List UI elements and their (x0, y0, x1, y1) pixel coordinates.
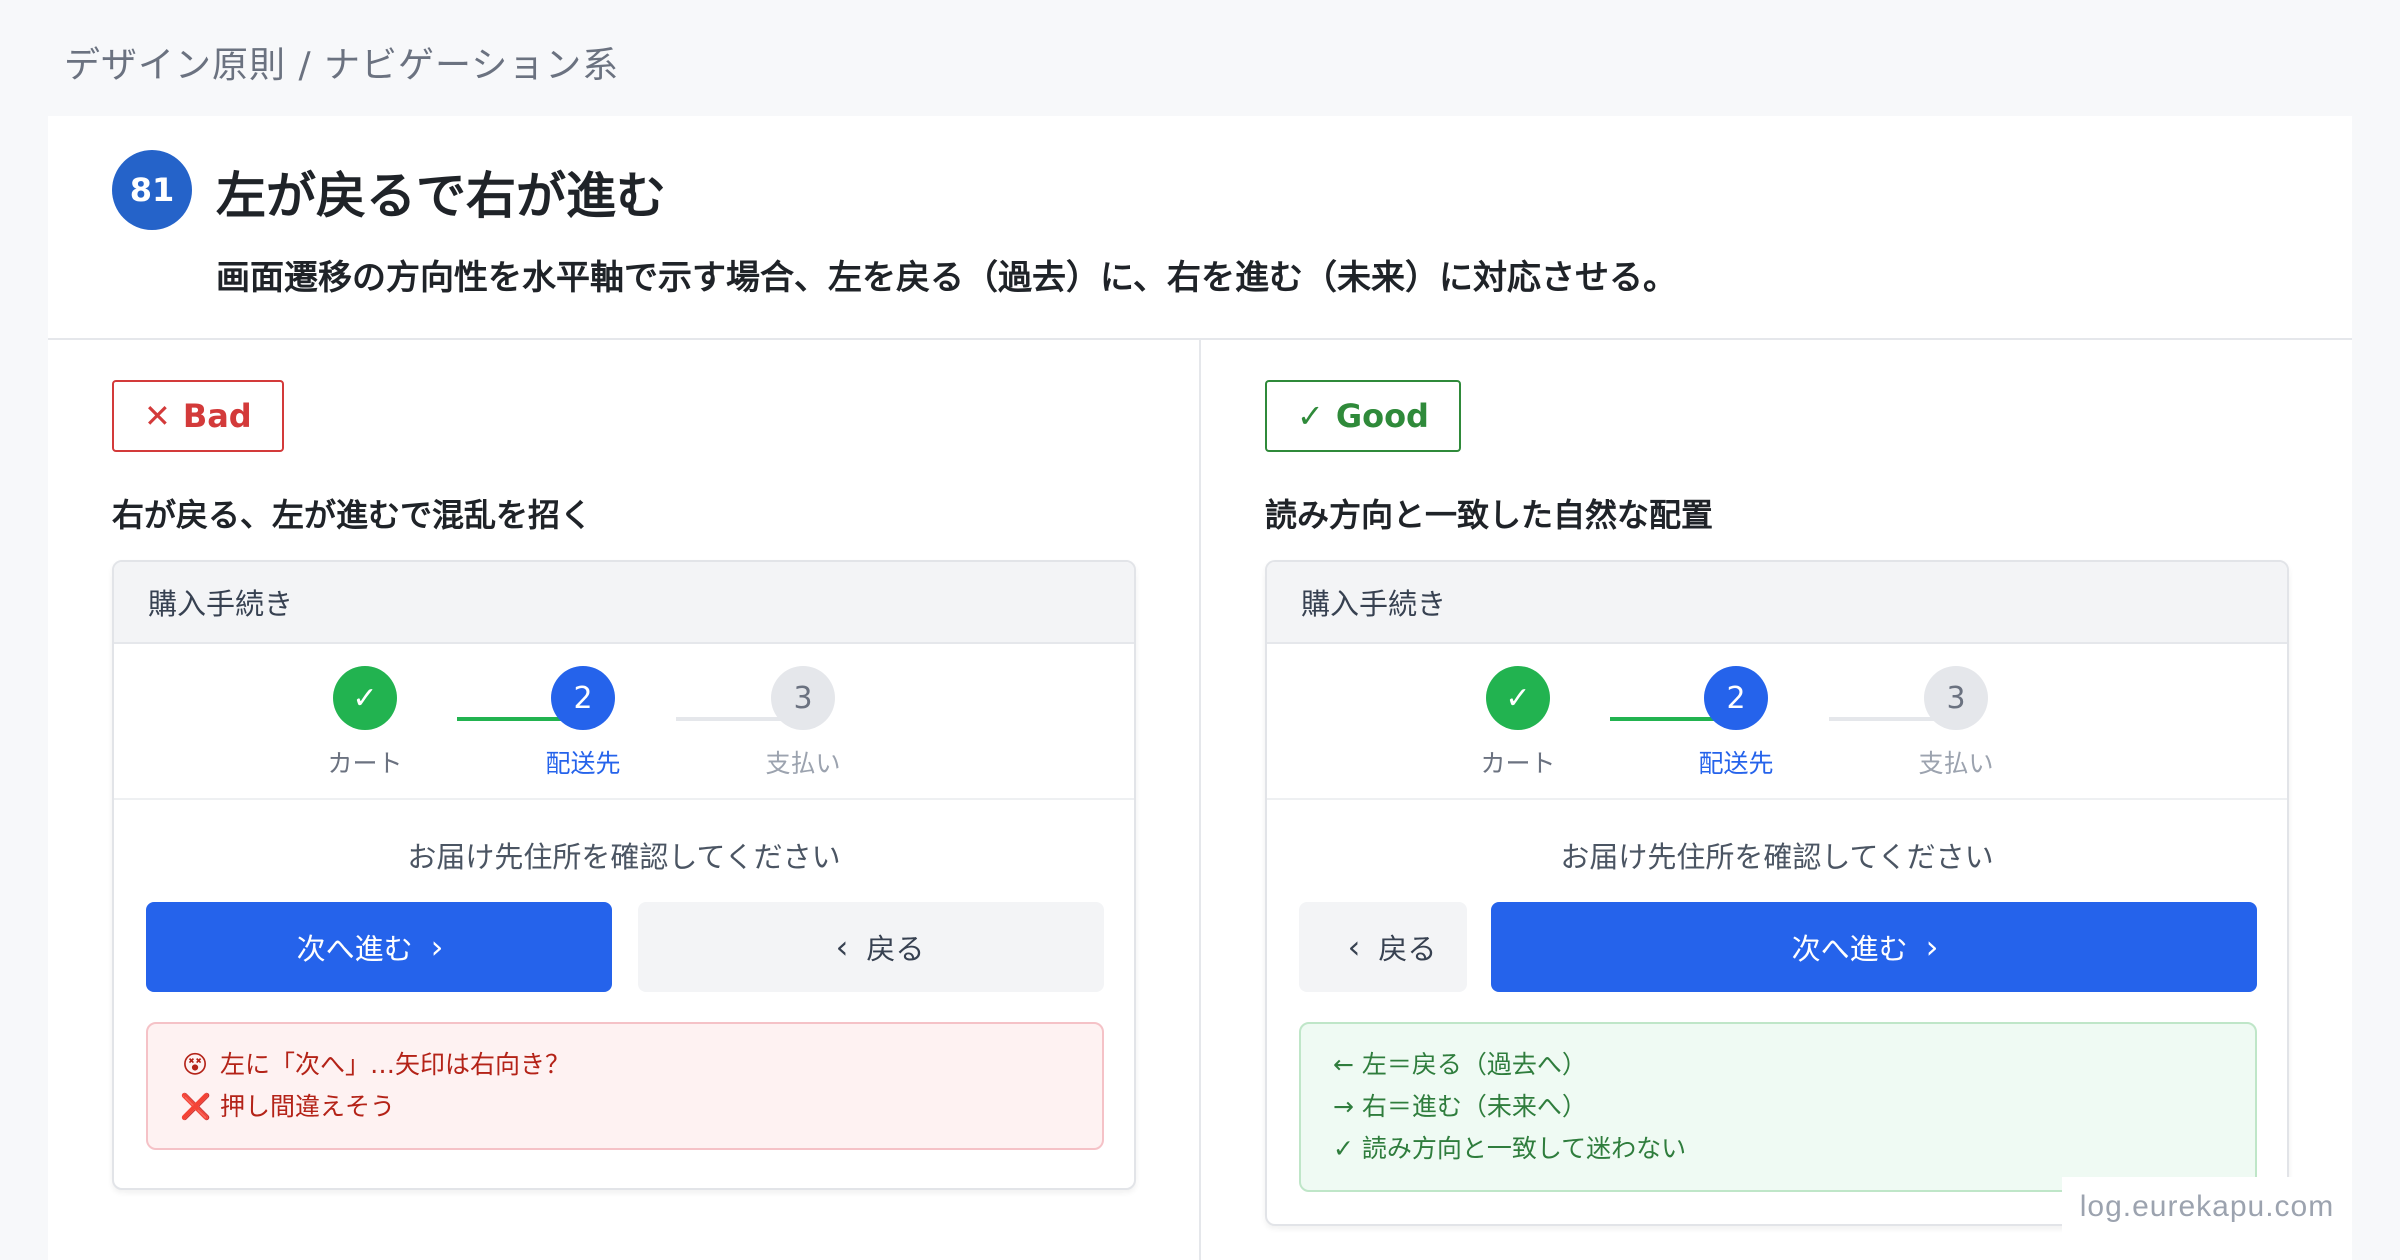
principle-header: 81 左が戻るで右が進む 画面遷移の方向性を水平軸で示す場合、左を戻る（過去）に… (48, 116, 2352, 340)
step-label: 配送先 (545, 749, 621, 778)
step-number: 3 (1924, 666, 1988, 730)
next-button-label: 次へ進む (1791, 932, 1908, 966)
back-button[interactable]: ‹ 戻る (638, 902, 1104, 992)
mockup-title: 購入手続き (114, 562, 1134, 644)
principle-number-badge: 81 (112, 150, 192, 230)
note-text: 押し間違えそう (220, 1092, 396, 1121)
note-text: 左に「次へ」…矢印は右向き？ (220, 1050, 571, 1079)
stepper: ✓ カート 2 配送先 3 支払い (1267, 644, 2287, 800)
next-button-label: 次へ進む (296, 932, 413, 966)
chevron-right-icon: › (1925, 928, 1939, 966)
back-button[interactable]: ‹ 戻る (1299, 902, 1467, 992)
step-label: カート (327, 749, 403, 778)
chevron-left-icon: ‹ (835, 928, 849, 966)
next-button[interactable]: 次へ進む › (1491, 902, 2257, 992)
bad-heading: 右が戻る、左が進むで混乱を招く (112, 496, 593, 534)
check-icon: ✓ (333, 666, 397, 730)
step-label: カート (1480, 749, 1556, 778)
good-tag-label: Good (1335, 397, 1429, 435)
step-number: 2 (551, 666, 615, 730)
checkout-mockup-good: 購入手続き ✓ カート 2 配送先 3 支払い お届け先住所を確認してください (1265, 560, 2289, 1226)
check-icon: ✓ (1486, 666, 1550, 730)
cross-icon: ✕ (144, 397, 171, 435)
check-icon: ✓ (1297, 397, 1324, 435)
site-watermark: log.eurekapu.com (2062, 1177, 2352, 1237)
page-subtitle: 画面遷移の方向性を水平軸で示す場合、左を戻る（過去）に、右を進む（未来）に対応さ… (216, 258, 1677, 298)
checkout-mockup-bad: 購入手続き ✓ カート 2 配送先 3 支払い お届け先住所を確認してください (112, 560, 1136, 1190)
note-line: ✓ 読み方向と一致して迷わない (1333, 1134, 1687, 1163)
note-line: ← 左＝戻る（過去へ） (1333, 1050, 1587, 1079)
note-line: 😵 左に「次へ」…矢印は右向き？ (180, 1044, 1070, 1086)
chevron-left-icon: ‹ (1347, 928, 1361, 966)
step-label: 支払い (1918, 749, 1994, 778)
stepper: ✓ カート 2 配送先 3 支払い (114, 644, 1134, 800)
good-heading: 読み方向と一致した自然な配置 (1265, 496, 1714, 534)
address-prompt: お届け先住所を確認してください (1560, 840, 1994, 874)
bad-note: 😵 左に「次へ」…矢印は右向き？ ❌ 押し間違えそう (146, 1022, 1104, 1150)
step-number: 3 (771, 666, 835, 730)
dizzy-face-icon: 😵 (181, 1050, 209, 1079)
bad-tag: ✕ Bad (112, 380, 284, 452)
good-example-column: ✓ Good 読み方向と一致した自然な配置 購入手続き ✓ カート 2 配送先 … (1201, 340, 2351, 1260)
chevron-right-icon: › (430, 928, 444, 966)
step-shipping: 2 配送先 (523, 666, 643, 780)
step-label: 配送先 (1698, 749, 1774, 778)
step-number: 2 (1704, 666, 1768, 730)
cross-mark-icon: ❌ (180, 1092, 212, 1121)
step-label: 支払い (765, 749, 841, 778)
step-cart: ✓ カート (305, 666, 425, 780)
good-note: ← 左＝戻る（過去へ） → 右＝進む（未来へ） ✓ 読み方向と一致して迷わない (1299, 1022, 2257, 1192)
principle-card: 81 左が戻るで右が進む 画面遷移の方向性を水平軸で示す場合、左を戻る（過去）に… (48, 116, 2352, 1260)
address-prompt: お届け先住所を確認してください (407, 840, 841, 874)
note-line: → 右＝進む（未来へ） (1333, 1092, 1587, 1121)
breadcrumb: デザイン原則 / ナビゲーション系 (64, 45, 620, 86)
back-button-label: 戻る (866, 932, 925, 966)
step-cart: ✓ カート (1458, 666, 1578, 780)
page-title: 左が戻るで右が進む (216, 167, 666, 225)
next-button[interactable]: 次へ進む › (146, 902, 612, 992)
bad-example-column: ✕ Bad 右が戻る、左が進むで混乱を招く 購入手続き ✓ カート 2 配送先 … (48, 340, 1198, 1260)
mockup-title: 購入手続き (1267, 562, 2287, 644)
step-payment: 3 支払い (743, 666, 863, 780)
note-line: ❌ 押し間違えそう (180, 1086, 1070, 1128)
good-tag: ✓ Good (1265, 380, 1461, 452)
step-shipping: 2 配送先 (1676, 666, 1796, 780)
back-button-label: 戻る (1378, 932, 1437, 966)
bad-tag-label: Bad (182, 397, 252, 435)
step-payment: 3 支払い (1896, 666, 2016, 780)
